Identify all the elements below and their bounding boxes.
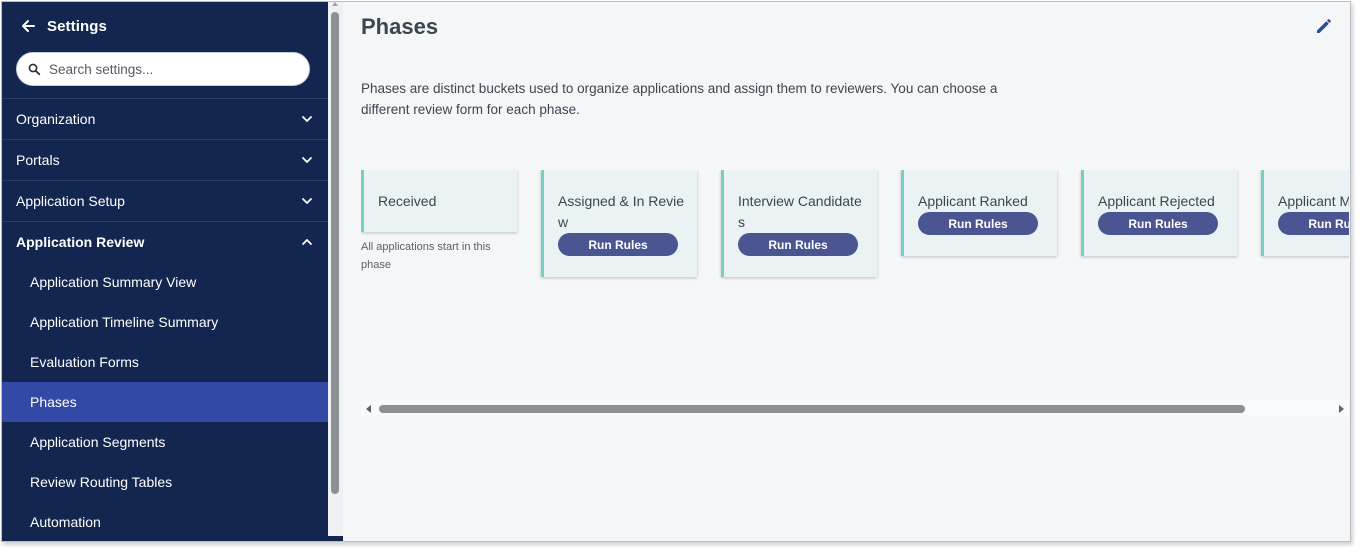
pencil-icon[interactable] [1314, 16, 1336, 38]
phase-applicant-ranked: Applicant Ranked Run Rules [901, 170, 1057, 256]
chevron-down-icon [301, 113, 313, 125]
sidebar-item-application-summary-view[interactable]: Application Summary View [2, 262, 328, 302]
section-label: Organization [16, 111, 96, 127]
page-title: Phases [361, 14, 439, 39]
phase-card[interactable]: Applicant Ranked Run Rules [901, 170, 1057, 256]
phase-applicant-m: Applicant M Run Rules [1261, 170, 1349, 256]
section-organization[interactable]: Organization [2, 98, 328, 139]
phase-name: Applicant M [1278, 193, 1349, 209]
run-rules-button[interactable]: Run Rules [1278, 212, 1349, 235]
phase-list: Received All applications start in this … [361, 170, 1349, 290]
phase-card[interactable]: Received [361, 170, 517, 232]
scroll-right-arrow-icon[interactable] [1339, 405, 1344, 413]
run-rules-button[interactable]: Run Rules [1098, 212, 1218, 235]
sidebar-title: Settings [47, 17, 107, 35]
phases-page: Phases Phases are distinct buckets used … [343, 2, 1350, 541]
phase-applicant-rejected: Applicant Rejected Run Rules [1081, 170, 1237, 256]
phase-interview-candidates: Interview Candidates Run Rules [721, 170, 877, 277]
sidebar-item-label: Application Timeline Summary [30, 314, 219, 330]
chevron-up-icon [301, 236, 313, 248]
sidebar-item-phases[interactable]: Phases [2, 382, 328, 422]
sidebar-item-label: Automation [30, 514, 101, 530]
scroll-left-arrow-icon[interactable] [366, 405, 371, 413]
settings-window: Settings Organization Portals A [1, 1, 1351, 542]
sidebar-item-label: Evaluation Forms [30, 354, 139, 370]
sidebar-item-label: Application Segments [30, 434, 166, 450]
sidebar-scrollbar[interactable] [328, 2, 343, 541]
phase-card[interactable]: Applicant Rejected Run Rules [1081, 170, 1237, 256]
sidebar-item-application-timeline-summary[interactable]: Application Timeline Summary [2, 302, 328, 342]
search-box[interactable] [16, 52, 310, 86]
phase-list-scrollbar[interactable] [361, 400, 1349, 417]
phase-card[interactable]: Assigned & In Review Run Rules [541, 170, 697, 277]
sidebar-item-application-segments[interactable]: Application Segments [2, 422, 328, 462]
chevron-down-icon [301, 195, 313, 207]
scroll-up-arrow-icon[interactable] [332, 2, 338, 6]
search-icon [28, 63, 41, 76]
section-portals[interactable]: Portals [2, 139, 328, 180]
scrollbar-thumb[interactable] [379, 405, 1245, 413]
scrollbar-thumb[interactable] [331, 12, 339, 494]
section-label: Portals [16, 152, 60, 168]
run-rules-button[interactable]: Run Rules [738, 233, 858, 256]
phase-card[interactable]: Interview Candidates Run Rules [721, 170, 877, 277]
sidebar-item-automation[interactable]: Automation [2, 502, 328, 541]
section-label: Application Review [16, 234, 145, 250]
sidebar-item-label: Review Routing Tables [30, 474, 173, 490]
sidebar-item-evaluation-forms[interactable]: Evaluation Forms [2, 342, 328, 382]
section-application-setup[interactable]: Application Setup [2, 180, 328, 221]
arrow-left-icon[interactable] [20, 17, 38, 35]
phase-name: Applicant Ranked [918, 193, 1028, 209]
run-rules-button[interactable]: Run Rules [558, 233, 678, 256]
settings-sidebar: Settings Organization Portals A [2, 2, 328, 541]
search-input[interactable] [49, 61, 289, 77]
phase-name: Interview Candidates [738, 193, 862, 230]
phase-received: Received All applications start in this … [361, 170, 517, 274]
sidebar-item-label: Phases [30, 394, 77, 410]
phase-card[interactable]: Applicant M Run Rules [1261, 170, 1349, 256]
sidebar-item-label: Application Summary View [30, 274, 197, 290]
page-description: Phases are distinct buckets used to orga… [361, 81, 998, 117]
phase-note: All applications start in this phase [361, 241, 491, 271]
sidebar-header: Settings [2, 2, 328, 50]
section-label: Application Setup [16, 193, 125, 209]
settings-sections: Organization Portals Application Setup A… [2, 98, 328, 541]
run-rules-button[interactable]: Run Rules [918, 212, 1038, 235]
phase-name: Assigned & In Review [558, 193, 685, 230]
application-review-items: Application Summary View Application Tim… [2, 262, 328, 541]
section-application-review[interactable]: Application Review [2, 221, 328, 262]
phase-name: Received [378, 193, 437, 209]
phase-name: Applicant Rejected [1098, 193, 1215, 209]
sidebar-item-review-routing-tables[interactable]: Review Routing Tables [2, 462, 328, 502]
phase-assigned-in-review: Assigned & In Review Run Rules [541, 170, 697, 277]
scrollbar-footer [328, 536, 343, 541]
chevron-down-icon [301, 154, 313, 166]
